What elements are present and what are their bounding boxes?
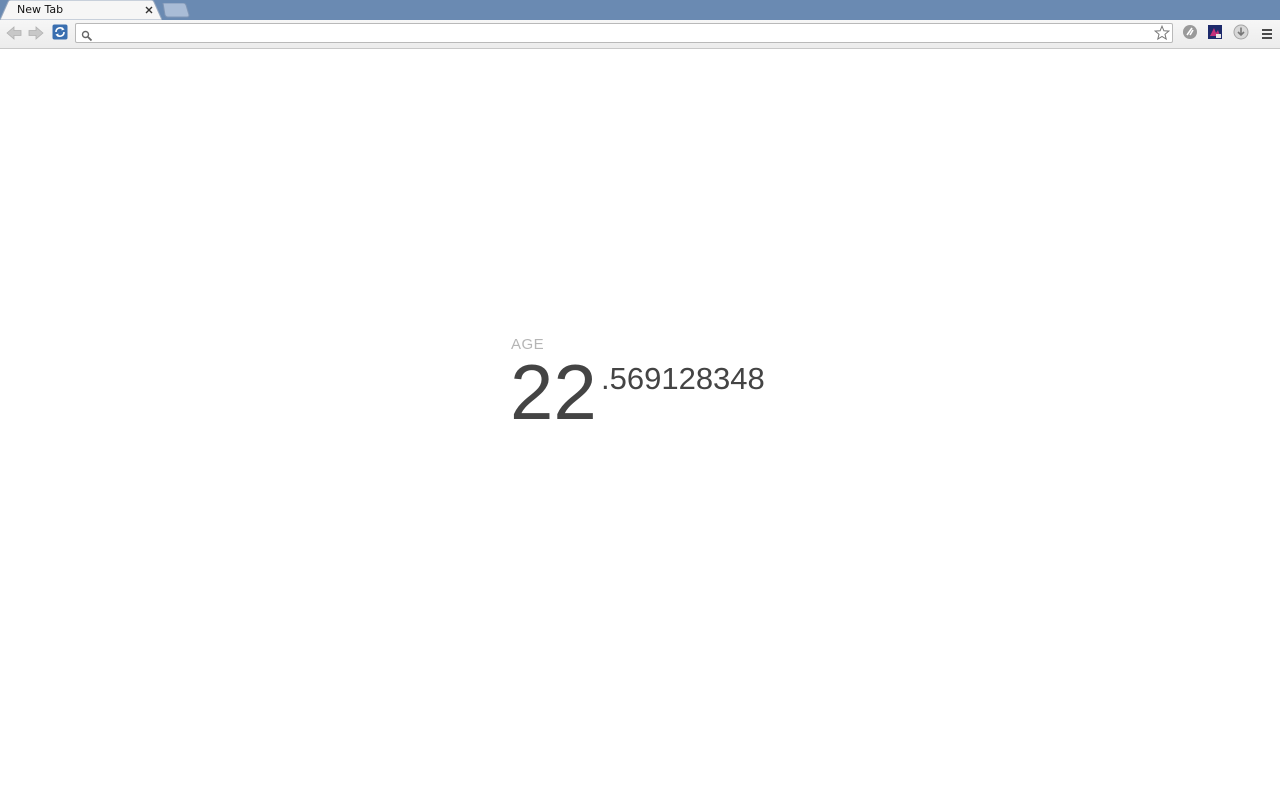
hamburger-menu-icon <box>1261 25 1273 44</box>
address-input[interactable] <box>98 25 1148 41</box>
close-icon[interactable] <box>142 3 156 17</box>
new-tab-button[interactable] <box>162 2 190 18</box>
back-button[interactable] <box>4 24 24 44</box>
age-integer: 22 <box>510 348 597 436</box>
extension-button-2[interactable] <box>1205 24 1225 44</box>
omnibox[interactable] <box>75 23 1173 43</box>
back-arrow-icon <box>6 25 22 44</box>
reload-icon <box>52 24 68 44</box>
browser-toolbar <box>0 20 1280 49</box>
page-content: AGE 22 .569128348 <box>0 49 1280 800</box>
forward-button[interactable] <box>26 24 46 44</box>
forward-arrow-icon <box>28 25 44 44</box>
extension-icon <box>1207 24 1223 44</box>
extension-icon <box>1182 24 1198 44</box>
reload-button[interactable] <box>50 24 70 44</box>
menu-button[interactable] <box>1257 24 1277 44</box>
download-icon <box>1233 24 1249 44</box>
download-button[interactable] <box>1231 24 1251 44</box>
star-icon[interactable] <box>1153 24 1171 41</box>
search-icon <box>81 27 93 42</box>
tab-new-tab[interactable]: New Tab <box>0 0 162 20</box>
tab-strip: New Tab <box>0 0 1280 20</box>
age-fraction: .569128348 <box>601 361 765 396</box>
tab-title: New Tab <box>17 3 64 16</box>
extension-button-1[interactable] <box>1180 24 1200 44</box>
